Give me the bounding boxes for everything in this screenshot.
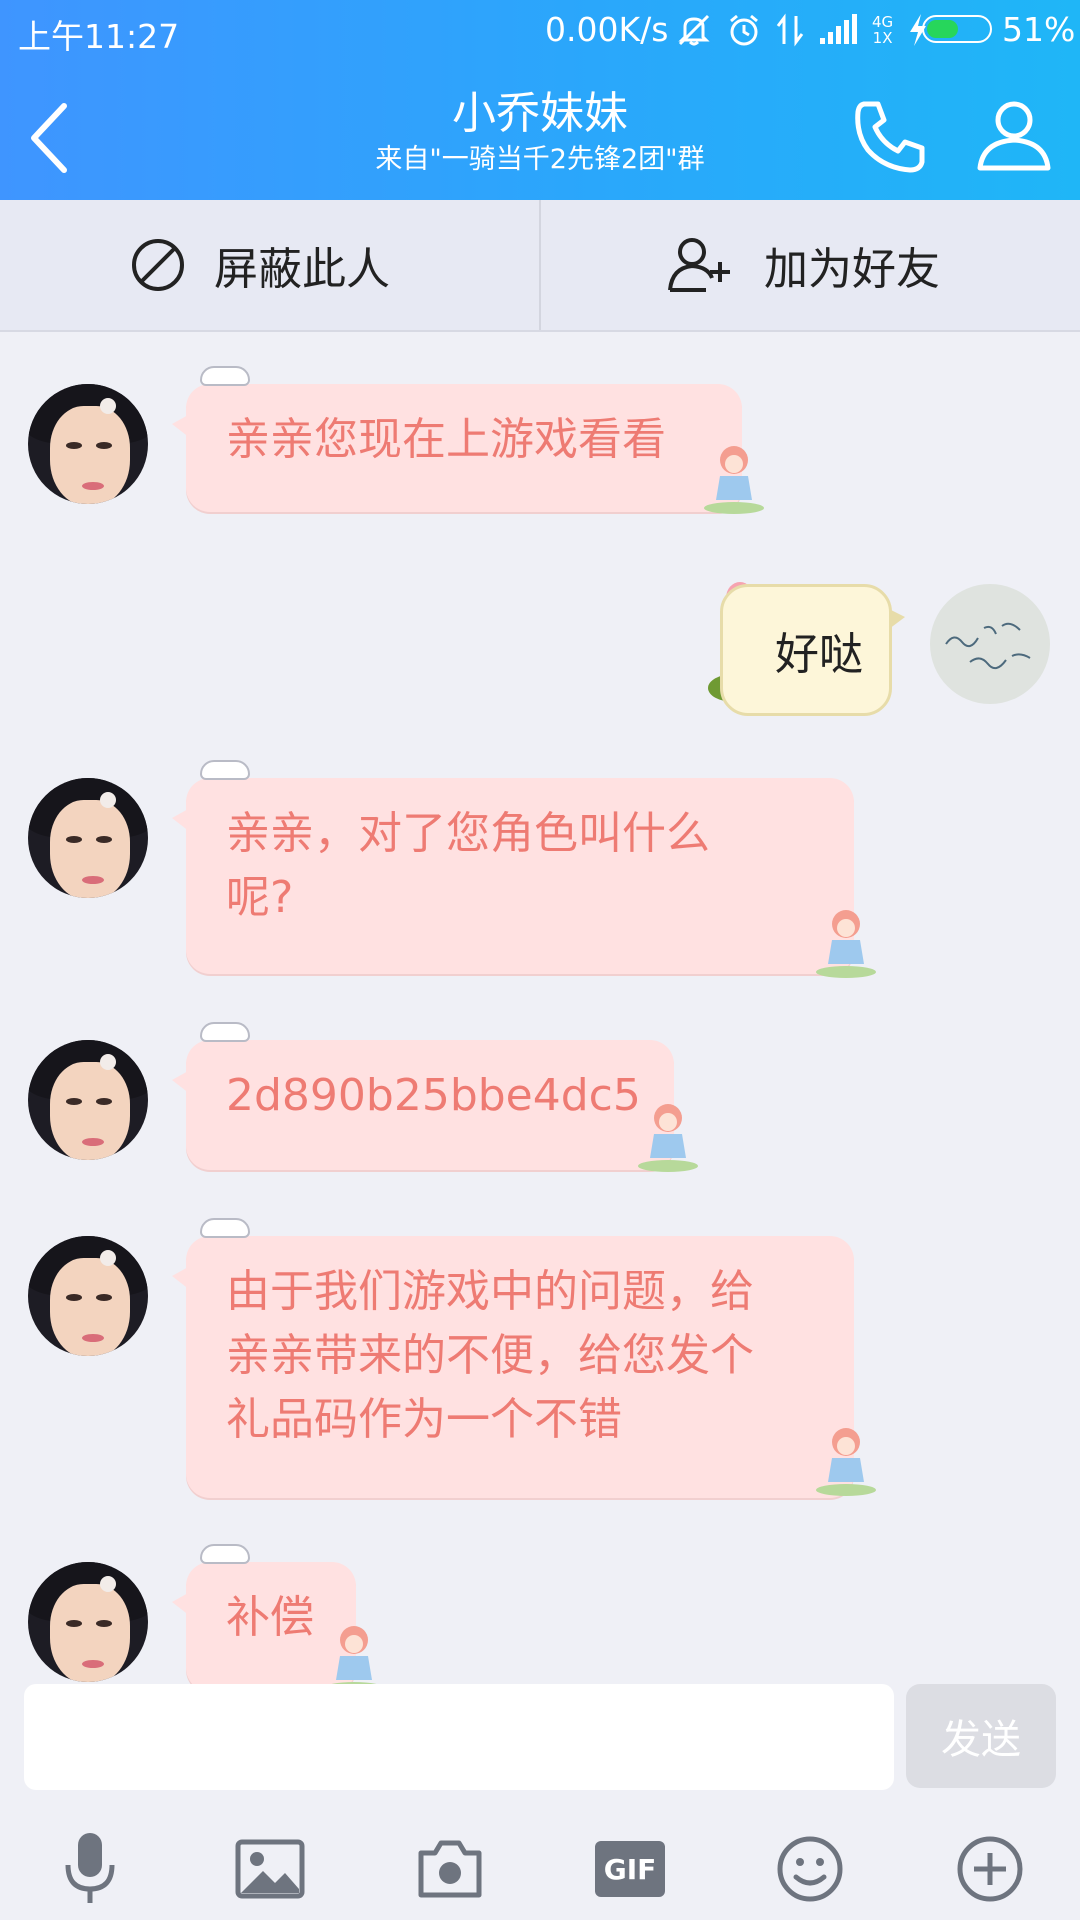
call-button[interactable] — [850, 96, 930, 176]
girl-sticker-decoration — [638, 1104, 698, 1172]
avatar-eye — [66, 1098, 82, 1105]
avatar-eye — [96, 442, 112, 449]
plus-icon — [957, 1836, 1023, 1902]
avatar-lips — [82, 1660, 104, 1668]
cloud-decoration — [200, 366, 250, 386]
avatar-eye — [96, 1620, 112, 1627]
avatar-lips — [82, 482, 104, 490]
message-bubble[interactable]: 2d890b25bbe4dc5 — [172, 1022, 698, 1172]
cloud-decoration — [200, 760, 250, 780]
add-friend-label: 加为好友 — [764, 244, 940, 295]
self-avatar[interactable] — [930, 584, 1050, 704]
composer: 发送 GIF — [0, 1684, 1080, 1920]
block-user-button[interactable]: 屏蔽此人 — [130, 200, 390, 330]
camera-icon — [418, 1840, 482, 1898]
avatar-eye — [96, 836, 112, 843]
message-list[interactable]: 亲亲您现在上游戏看看 好哒 亲亲，对了您角色叫什么呢? 2d890b25bbe4… — [0, 332, 1080, 1684]
send-button[interactable]: 发送 — [906, 1684, 1056, 1788]
microphone-icon — [65, 1833, 115, 1903]
block-user-label: 屏蔽此人 — [214, 244, 390, 295]
more-button[interactable] — [942, 1824, 1038, 1914]
emoji-icon — [777, 1836, 843, 1902]
sender-avatar[interactable] — [28, 1236, 148, 1356]
battery-icon — [922, 15, 992, 43]
phone-icon — [855, 101, 925, 173]
bubble-tail — [172, 808, 190, 832]
bubble-tail — [172, 1592, 190, 1616]
battery-text: 51% — [1002, 10, 1076, 49]
add-friend-button[interactable]: 加为好友 — [668, 200, 940, 330]
block-icon — [132, 239, 184, 291]
network-speed: 0.00K/s — [545, 10, 669, 49]
message-text: 亲亲，对了您角色叫什么呢? — [226, 808, 710, 923]
avatar-eye — [96, 1098, 112, 1105]
message-bubble[interactable]: 由于我们游戏中的问题，给亲亲带来的不便，给您发个礼品码作为一个不错 — [172, 1218, 876, 1498]
message-text: 由于我们游戏中的问题，给亲亲带来的不便，给您发个礼品码作为一个不错 — [226, 1266, 754, 1445]
avatar-hair-flower — [100, 398, 116, 414]
sender-avatar[interactable] — [28, 1040, 148, 1160]
message-text: 亲亲您现在上游戏看看 — [226, 414, 666, 465]
avatar-hair-flower — [100, 792, 116, 808]
avatar-lips — [82, 876, 104, 884]
action-divider — [539, 200, 541, 330]
network-type-bottom: 1X — [872, 29, 893, 47]
avatar-eye — [66, 1620, 82, 1627]
bubble-tail — [172, 1266, 190, 1290]
camera-button[interactable] — [402, 1824, 498, 1914]
avatar-eye — [96, 1294, 112, 1301]
cloud-decoration — [200, 1022, 250, 1042]
sender-avatar[interactable] — [28, 778, 148, 898]
cloud-decoration — [200, 1218, 250, 1238]
gif-icon: GIF — [595, 1841, 665, 1897]
stranger-action-bar: 屏蔽此人 加为好友 — [0, 200, 1080, 332]
person-icon — [977, 101, 1051, 171]
avatar-eye — [66, 442, 82, 449]
avatar-eye — [66, 1294, 82, 1301]
image-button[interactable] — [222, 1824, 318, 1914]
mute-icon — [678, 14, 710, 46]
profile-button[interactable] — [975, 96, 1053, 174]
girl-sticker-decoration — [704, 446, 764, 514]
voice-button[interactable] — [42, 1824, 138, 1914]
alarm-icon — [730, 14, 758, 46]
sender-avatar[interactable] — [28, 384, 148, 504]
girl-sticker-decoration — [331, 1626, 377, 1684]
status-time: 上午11:27 — [18, 17, 180, 56]
battery-fill — [927, 20, 958, 38]
bubble-tail — [172, 1070, 190, 1094]
message-input[interactable] — [24, 1684, 894, 1790]
message-bubble[interactable]: 补偿 — [172, 1544, 377, 1684]
avatar-eye — [66, 836, 82, 843]
girl-sticker-decoration — [816, 910, 876, 978]
message-bubble[interactable]: 亲亲，对了您角色叫什么呢? — [172, 760, 876, 978]
4g-1x-icon: 4G 1X — [872, 14, 893, 46]
avatar-lips — [82, 1334, 104, 1342]
gif-button[interactable]: GIF — [582, 1824, 678, 1914]
avatar-hair-flower — [100, 1250, 116, 1266]
network-type-top: 4G — [872, 13, 894, 31]
emoji-button[interactable] — [762, 1824, 858, 1914]
sender-avatar[interactable] — [28, 1562, 148, 1682]
image-icon — [235, 1839, 305, 1899]
add-person-icon — [668, 238, 730, 292]
handwriting-avatar-image — [945, 622, 1031, 670]
cloud-decoration — [200, 1544, 250, 1564]
self-bubble-tail — [889, 609, 905, 629]
data-transfer-icon — [776, 13, 804, 47]
status-bar: 上午11:27 0.00K/s 4G 1X 51% — [0, 0, 1080, 60]
message-bubble[interactable]: 亲亲您现在上游戏看看 — [172, 366, 764, 514]
avatar-hair-flower — [100, 1054, 116, 1070]
self-message-text: 好哒 — [775, 629, 863, 680]
signal-icon — [820, 14, 857, 44]
message-text: 补偿 — [226, 1592, 314, 1643]
message-text: 2d890b25bbe4dc5 — [226, 1070, 641, 1121]
avatar-hair-flower — [100, 1576, 116, 1592]
chat-header: 上午11:27 0.00K/s 4G 1X 51% 小乔妹妹 来自"一骑当千2先… — [0, 0, 1080, 200]
self-message-bubble[interactable]: 好哒 — [720, 584, 905, 716]
status-icons: 4G 1X — [676, 10, 929, 50]
composer-toolbar: GIF — [0, 1824, 1080, 1916]
bubble-tail — [172, 414, 190, 438]
girl-sticker-decoration — [816, 1428, 876, 1496]
avatar-lips — [82, 1138, 104, 1146]
